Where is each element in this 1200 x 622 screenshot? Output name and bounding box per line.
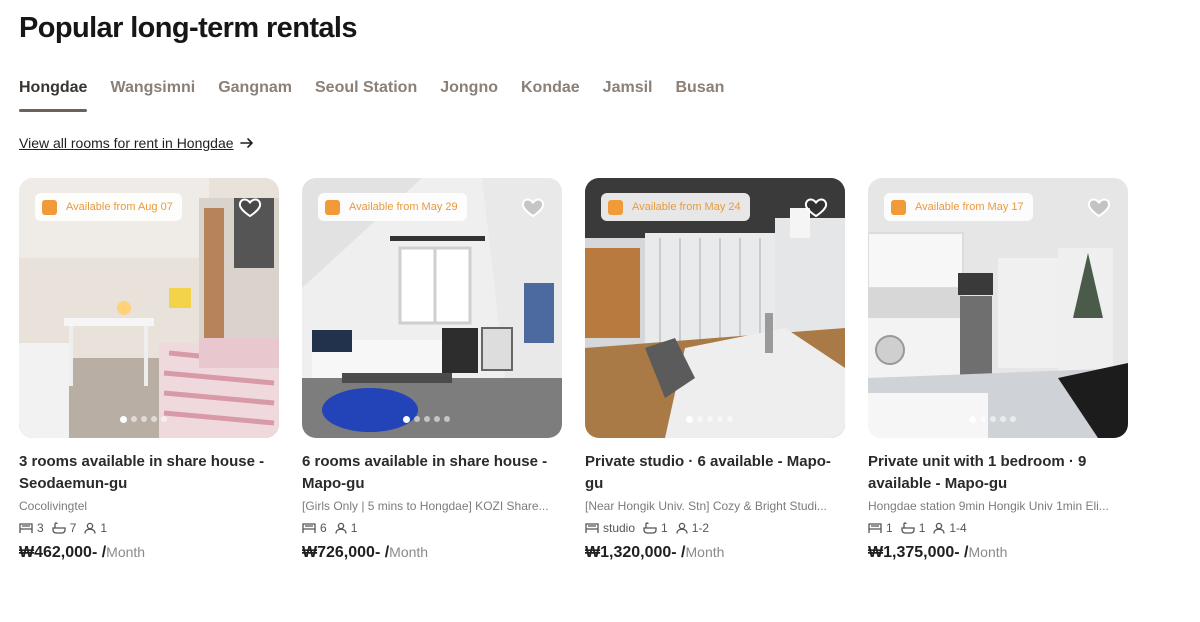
tab-seoul-station[interactable]: Seoul Station [315, 78, 417, 112]
person-icon [335, 522, 347, 534]
carousel-dots [969, 415, 1020, 423]
person-icon [933, 522, 946, 534]
listing-subtitle: Hongdae station 9min Hongik Univ 1min El… [868, 499, 1109, 513]
listing-photo[interactable]: Available from Aug 07 [19, 178, 279, 438]
listing-subtitle: [Near Hongik Univ. Stn] Cozy & Bright St… [585, 499, 827, 513]
heart-icon[interactable] [238, 195, 262, 219]
bath-icon [901, 522, 915, 534]
availability-label: Available from May 24 [632, 201, 741, 213]
tab-busan[interactable]: Busan [675, 78, 724, 112]
view-all-link[interactable]: View all rooms for rent in Hongdae [19, 135, 254, 151]
listing-card[interactable]: Available from May 29 6 rooms available … [302, 178, 562, 562]
baths-count: 7 [69, 521, 77, 535]
price-amount: ₩726,000- [302, 544, 381, 561]
carousel-dots [403, 415, 454, 423]
listing-photo[interactable]: Available from May 17 [868, 178, 1128, 438]
listing-price: ₩1,375,000- /Month [868, 544, 1008, 561]
price-amount: ₩1,375,000- [868, 544, 960, 561]
listing-title[interactable]: Private studio · 6 available - Mapo-gu [585, 451, 845, 495]
price-amount: ₩462,000- [19, 544, 98, 561]
availability-badge: Available from May 17 [884, 193, 1033, 221]
listing-title[interactable]: 3 rooms available in share house - Seoda… [19, 451, 279, 495]
listing-price: ₩726,000- /Month [302, 544, 429, 561]
price-amount: ₩1,320,000- [585, 544, 677, 561]
bed-icon [585, 523, 599, 533]
heart-icon[interactable] [804, 195, 828, 219]
calendar-icon [891, 199, 906, 215]
listing-title[interactable]: Private unit with 1 bedroom · 9 availabl… [868, 451, 1128, 495]
baths-count: 1 [918, 521, 926, 535]
view-all-label: View all rooms for rent in Hongdae [19, 135, 234, 151]
page-title: Popular long-term rentals [19, 12, 357, 44]
arrow-right-icon [239, 138, 253, 148]
tab-jongno[interactable]: Jongno [440, 78, 498, 112]
bath-icon [643, 522, 657, 534]
person-icon [676, 522, 688, 534]
tab-wangsimni[interactable]: Wangsimni [110, 78, 195, 112]
carousel-dots [120, 415, 171, 423]
guests-count: 1 [350, 521, 358, 535]
calendar-icon [42, 199, 57, 215]
guests-count: 1-4 [949, 521, 967, 535]
heart-icon[interactable] [1087, 195, 1111, 219]
calendar-icon [608, 199, 623, 215]
heart-icon[interactable] [521, 195, 545, 219]
tab-gangnam[interactable]: Gangnam [218, 78, 292, 112]
tab-kondae[interactable]: Kondae [521, 78, 580, 112]
price-period: Month [106, 544, 146, 560]
bed-icon [302, 523, 316, 533]
bed-icon [868, 523, 882, 533]
availability-label: Available from May 17 [915, 201, 1024, 213]
listing-meta: 3 7 1 [19, 521, 279, 535]
guests-count: 1-2 [691, 521, 710, 535]
location-tabs: Hongdae Wangsimni Gangnam Seoul Station … [19, 78, 747, 112]
rooms-count: 1 [886, 521, 893, 535]
listing-card[interactable]: Available from May 24 Private studio · 6… [585, 178, 845, 562]
tab-hongdae[interactable]: Hongdae [19, 78, 88, 112]
listing-title[interactable]: 6 rooms available in share house - Mapo-… [302, 451, 562, 495]
rooms-count: 3 [37, 521, 44, 535]
listing-meta: 6 1 [302, 521, 562, 535]
listing-price: ₩462,000- /Month [19, 544, 146, 561]
listing-photo[interactable]: Available from May 29 [302, 178, 562, 438]
calendar-icon [325, 199, 340, 215]
availability-label: Available from May 29 [349, 201, 458, 213]
listing-subtitle: Cocolivingtel [19, 499, 88, 513]
rooms-count: 6 [320, 521, 327, 535]
availability-badge: Available from May 29 [318, 193, 467, 221]
tab-jamsil[interactable]: Jamsil [603, 78, 653, 112]
listing-meta: 1 1 1-4 [868, 521, 1128, 535]
listing-card[interactable]: Available from May 17 Private unit with … [868, 178, 1128, 562]
person-icon [84, 522, 97, 534]
availability-badge: Available from May 24 [601, 193, 750, 221]
guests-count: 1 [100, 521, 108, 535]
rooms-count: studio [603, 521, 636, 535]
baths-count: 1 [661, 521, 668, 535]
price-period: Month [968, 544, 1008, 560]
price-period: Month [685, 544, 725, 560]
availability-label: Available from Aug 07 [66, 201, 173, 213]
listing-meta: studio 1 1-2 [585, 521, 845, 535]
availability-badge: Available from Aug 07 [35, 193, 182, 221]
bed-icon [19, 523, 33, 533]
bath-icon [52, 522, 66, 534]
carousel-dots [686, 415, 737, 423]
price-period: Month [389, 544, 429, 560]
listing-card[interactable]: Available from Aug 07 3 rooms available … [19, 178, 279, 562]
listing-subtitle: [Girls Only | 5 mins to Hongdae] KOZI Sh… [302, 499, 549, 513]
listing-price: ₩1,320,000- /Month [585, 544, 725, 561]
listing-photo[interactable]: Available from May 24 [585, 178, 845, 438]
